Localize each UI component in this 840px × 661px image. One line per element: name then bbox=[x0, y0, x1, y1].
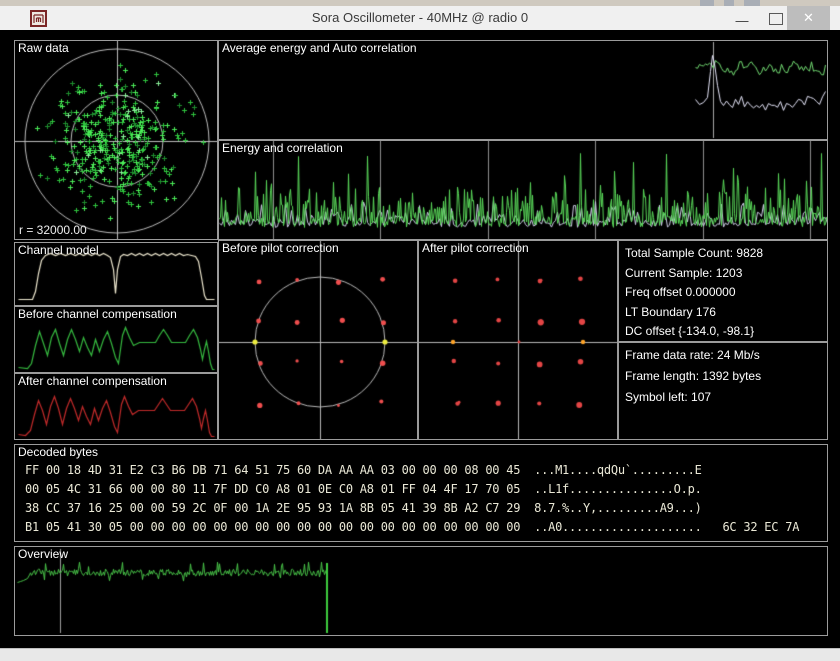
after-pilot-constellation bbox=[419, 241, 617, 439]
close-button[interactable]: ✕ bbox=[787, 6, 830, 30]
channel-model-panel: Channel model bbox=[14, 242, 218, 306]
raw-data-label: Raw data bbox=[18, 41, 69, 55]
stat-dc-offset: DC offset {-134.0, -98.1} bbox=[619, 322, 827, 342]
after-pilot-label: After pilot correction bbox=[422, 241, 529, 255]
before-pilot-label: Before pilot correction bbox=[222, 241, 339, 255]
frame-stats-panel: Frame data rate: 24 Mb/s Frame length: 1… bbox=[618, 342, 828, 440]
energy-correlation-panel: Energy and correlation bbox=[218, 140, 828, 240]
sora-oscillometer-window: { "window": { "title": "Sora Oscillomete… bbox=[0, 0, 840, 660]
channel-model-label: Channel model bbox=[18, 243, 99, 257]
before-pilot-constellation bbox=[219, 241, 417, 439]
title-bar[interactable]: Sora Oscillometer - 40MHz @ radio 0 — ✕ bbox=[0, 6, 840, 30]
hex-dump-row: 38 CC 37 16 25 00 00 59 2C 0F 00 1A 2E 9… bbox=[25, 499, 825, 518]
stat-current-sample: Current Sample: 1203 bbox=[619, 264, 827, 284]
after-compensation-panel: After channel compensation bbox=[14, 373, 218, 440]
hex-dump-row: 00 05 4C 31 66 00 00 80 11 7F DD C0 A8 0… bbox=[25, 480, 825, 499]
stat-lt-boundary: LT Boundary 176 bbox=[619, 303, 827, 323]
decoded-bytes-panel: Decoded bytes FF 00 18 4D 31 E2 C3 B6 DB… bbox=[14, 444, 828, 542]
stat-freq-offset: Freq offset 0.000000 bbox=[619, 283, 827, 303]
maximize-button[interactable] bbox=[762, 6, 788, 30]
window-bottom-edge bbox=[0, 648, 840, 661]
avg-energy-panel: Average energy and Auto correlation bbox=[218, 40, 828, 140]
avg-energy-label: Average energy and Auto correlation bbox=[222, 41, 417, 55]
raw-data-panel: Raw data r = 32000.00 bbox=[14, 40, 218, 240]
radius-readout: r = 32000.00 bbox=[19, 223, 87, 237]
minimize-button[interactable]: — bbox=[729, 6, 755, 30]
before-compensation-panel: Before channel compensation bbox=[14, 306, 218, 373]
overview-panel: Overview bbox=[14, 546, 828, 636]
stat-total-sample-count: Total Sample Count: 9828 bbox=[619, 244, 827, 264]
maximize-icon bbox=[769, 13, 783, 25]
overview-plot bbox=[15, 547, 827, 635]
stat-frame-length: Frame length: 1392 bytes bbox=[619, 366, 827, 387]
avg-energy-plot bbox=[219, 41, 827, 139]
stat-symbol-left: Symbol left: 107 bbox=[619, 387, 827, 408]
stat-frame-data-rate: Frame data rate: 24 Mb/s bbox=[619, 345, 827, 366]
before-pilot-panel: Before pilot correction bbox=[218, 240, 418, 440]
after-pilot-panel: After pilot correction bbox=[418, 240, 618, 440]
hex-dump-row: FF 00 18 4D 31 E2 C3 B6 DB 71 64 51 75 6… bbox=[25, 461, 825, 480]
overview-label: Overview bbox=[18, 547, 68, 561]
before-compensation-label: Before channel compensation bbox=[18, 307, 177, 321]
hex-dump: FF 00 18 4D 31 E2 C3 B6 DB 71 64 51 75 6… bbox=[25, 461, 825, 537]
window-title: Sora Oscillometer - 40MHz @ radio 0 bbox=[0, 10, 840, 25]
raw-data-constellation-plot bbox=[15, 41, 217, 239]
decoded-bytes-label: Decoded bytes bbox=[18, 445, 98, 459]
after-compensation-label: After channel compensation bbox=[18, 374, 167, 388]
energy-correlation-label: Energy and correlation bbox=[222, 141, 343, 155]
energy-correlation-plot bbox=[219, 141, 827, 239]
hex-dump-row: B1 05 41 30 05 00 00 00 00 00 00 00 00 0… bbox=[25, 518, 825, 537]
sample-stats-panel: Total Sample Count: 9828 Current Sample:… bbox=[618, 240, 828, 342]
